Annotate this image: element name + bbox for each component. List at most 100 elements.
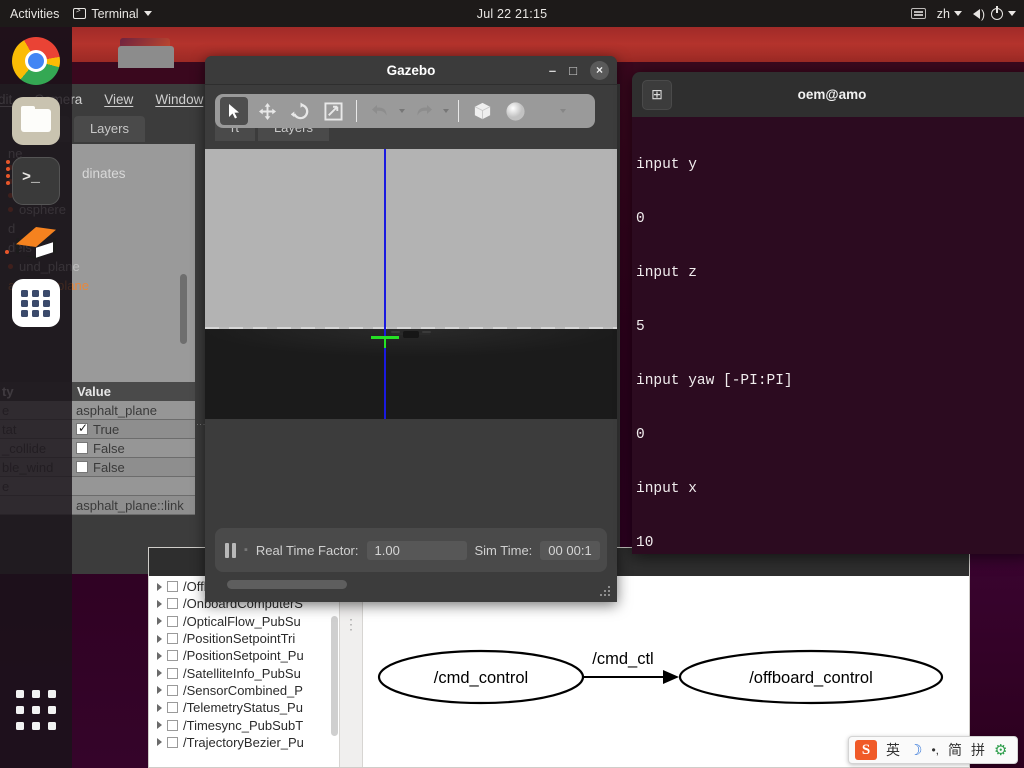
- dock-item-chrome[interactable]: [12, 37, 60, 85]
- gazebo-3d-viewport[interactable]: [205, 149, 617, 419]
- list-item[interactable]: /SensorCombined_P: [149, 682, 339, 699]
- terminal-window[interactable]: ⊞ oem@amo input y 0 input z 5 input yaw …: [632, 72, 1024, 554]
- activities-button[interactable]: Activities: [0, 7, 73, 21]
- tree-scrollbar[interactable]: [331, 616, 338, 736]
- chevron-right-icon[interactable]: [157, 651, 162, 660]
- terminal-title: oem@amo: [797, 87, 867, 102]
- sogou-logo-icon[interactable]: S: [855, 740, 877, 760]
- topic-checkbox[interactable]: [167, 736, 178, 748]
- maximize-button[interactable]: □: [569, 63, 577, 78]
- undo-dropdown-caret-icon[interactable]: [399, 109, 405, 113]
- gazebo-statusbar-scrollbar[interactable]: [227, 580, 347, 589]
- dock-item-gazebo[interactable]: [5, 217, 60, 265]
- chevron-right-icon[interactable]: [157, 634, 162, 643]
- chevron-down-icon[interactable]: [1008, 11, 1016, 16]
- volume-icon[interactable]: [973, 7, 985, 21]
- punctuation-toggle[interactable]: •,: [931, 743, 939, 757]
- insert-box-button[interactable]: [468, 97, 496, 125]
- keyboard-icon[interactable]: [910, 8, 926, 19]
- dock-item-show-apps[interactable]: [12, 279, 60, 327]
- gnome-top-bar[interactable]: Activities Terminal Jul 22 21:15 zh: [0, 0, 1024, 27]
- ubuntu-dock[interactable]: [0, 27, 72, 768]
- step-icon[interactable]: ▪: [244, 544, 248, 556]
- system-tray[interactable]: zh: [910, 5, 1016, 21]
- clock[interactable]: Jul 22 21:15: [477, 7, 548, 21]
- pinyin-toggle[interactable]: 拼: [971, 740, 985, 760]
- topic-label: /PositionSetpoint_Pu: [183, 648, 304, 664]
- topic-checkbox[interactable]: [167, 650, 178, 662]
- show-applications-button[interactable]: [12, 686, 60, 734]
- gazebo-titlebar[interactable]: Gazebo – □ ×: [205, 56, 617, 85]
- rqt-splitter[interactable]: [339, 576, 363, 767]
- power-icon[interactable]: [991, 5, 1003, 20]
- tab-layers[interactable]: Layers: [73, 116, 145, 142]
- rqt-topic-tree[interactable]: /OffboardControlMc /OnboardComputerS /Op…: [149, 576, 339, 767]
- dock-item-files[interactable]: [12, 97, 60, 145]
- chevron-down-icon[interactable]: [143, 11, 152, 16]
- menu-window[interactable]: Window: [155, 92, 203, 107]
- chevron-down-icon[interactable]: [954, 11, 962, 16]
- undo-button[interactable]: [366, 97, 394, 125]
- menu-view[interactable]: View: [104, 92, 133, 107]
- list-item[interactable]: /SatelliteInfo_PubSu: [149, 664, 339, 681]
- chevron-right-icon[interactable]: [157, 669, 162, 678]
- list-item[interactable]: /TrajectoryBezier_Pu: [149, 734, 339, 751]
- list-item[interactable]: /PositionSetpoint_Pu: [149, 647, 339, 664]
- close-button[interactable]: ×: [590, 60, 609, 80]
- topic-checkbox[interactable]: [167, 633, 178, 645]
- list-item[interactable]: /TelemetryStatus_Pu: [149, 699, 339, 716]
- chevron-right-icon[interactable]: [157, 721, 162, 730]
- window-resize-grip[interactable]: [599, 584, 613, 598]
- topic-checkbox[interactable]: [167, 598, 178, 610]
- chevron-right-icon[interactable]: [157, 599, 162, 608]
- redo-button[interactable]: [410, 97, 438, 125]
- drone-model[interactable]: [391, 330, 431, 340]
- gazebo-window[interactable]: Gazebo – □ × dit Camera View Window Help…: [205, 56, 617, 602]
- gazebo-toolbar[interactable]: [215, 94, 595, 128]
- redo-dropdown-caret-icon[interactable]: [443, 109, 449, 113]
- sogou-ime-bar[interactable]: S 英 ☽ •, 简 拼 ⚙: [848, 736, 1018, 764]
- topic-checkbox[interactable]: [167, 581, 178, 593]
- app-menu-button[interactable]: Terminal: [73, 7, 152, 21]
- terminal-output[interactable]: input y 0 input z 5 input yaw [-PI:PI] 0…: [632, 117, 1024, 554]
- property-value-label: False: [93, 440, 125, 456]
- chevron-right-icon[interactable]: [157, 738, 162, 747]
- chevron-right-icon[interactable]: [157, 617, 162, 626]
- gazebo-statusbar[interactable]: ▪ Real Time Factor: 1.00 Sim Time: 00 00…: [215, 528, 607, 572]
- rotate-tool-button[interactable]: [286, 97, 314, 125]
- gear-icon[interactable]: ⚙: [994, 741, 1007, 759]
- system-menu[interactable]: [991, 5, 1016, 20]
- topic-checkbox[interactable]: [167, 719, 178, 731]
- topic-checkbox[interactable]: [167, 615, 178, 627]
- dock-item-terminal[interactable]: [6, 157, 60, 205]
- terminal-headerbar[interactable]: ⊞ oem@amo: [632, 72, 1024, 117]
- insert-sphere-button[interactable]: [501, 97, 529, 125]
- chevron-right-icon[interactable]: [157, 582, 162, 591]
- list-item[interactable]: /OpticalFlow_PubSu: [149, 613, 339, 630]
- translate-tool-button[interactable]: [253, 97, 281, 125]
- checkbox-enable-wind[interactable]: [76, 461, 88, 473]
- window-controls[interactable]: – □ ×: [549, 60, 609, 80]
- minimize-button[interactable]: –: [549, 63, 556, 78]
- chevron-right-icon[interactable]: [157, 703, 162, 712]
- checkbox-self-collide[interactable]: [76, 442, 88, 454]
- terminal-line: 0: [636, 427, 645, 443]
- language-indicator[interactable]: zh: [937, 7, 962, 21]
- topic-checkbox[interactable]: [167, 702, 178, 714]
- topic-checkbox[interactable]: [167, 684, 178, 696]
- scale-tool-button[interactable]: [319, 97, 347, 125]
- moon-icon[interactable]: ☽: [909, 741, 922, 759]
- panel-splitter-handle[interactable]: ⋮: [196, 420, 206, 429]
- chevron-right-icon[interactable]: [157, 686, 162, 695]
- simplified-toggle[interactable]: 简: [948, 740, 962, 760]
- ime-mode-english[interactable]: 英: [886, 740, 900, 760]
- toolbar-overflow-caret-icon[interactable]: [560, 109, 566, 113]
- list-item[interactable]: /PositionSetpointTri: [149, 630, 339, 647]
- list-item[interactable]: /Timesync_PubSubT: [149, 716, 339, 733]
- pause-icon[interactable]: [225, 542, 236, 558]
- checkbox-is-static[interactable]: [76, 421, 88, 435]
- select-tool-button[interactable]: [220, 97, 248, 125]
- topic-checkbox[interactable]: [167, 667, 178, 679]
- new-tab-icon[interactable]: ⊞: [642, 79, 672, 110]
- property-value: asphalt_plane: [76, 402, 157, 418]
